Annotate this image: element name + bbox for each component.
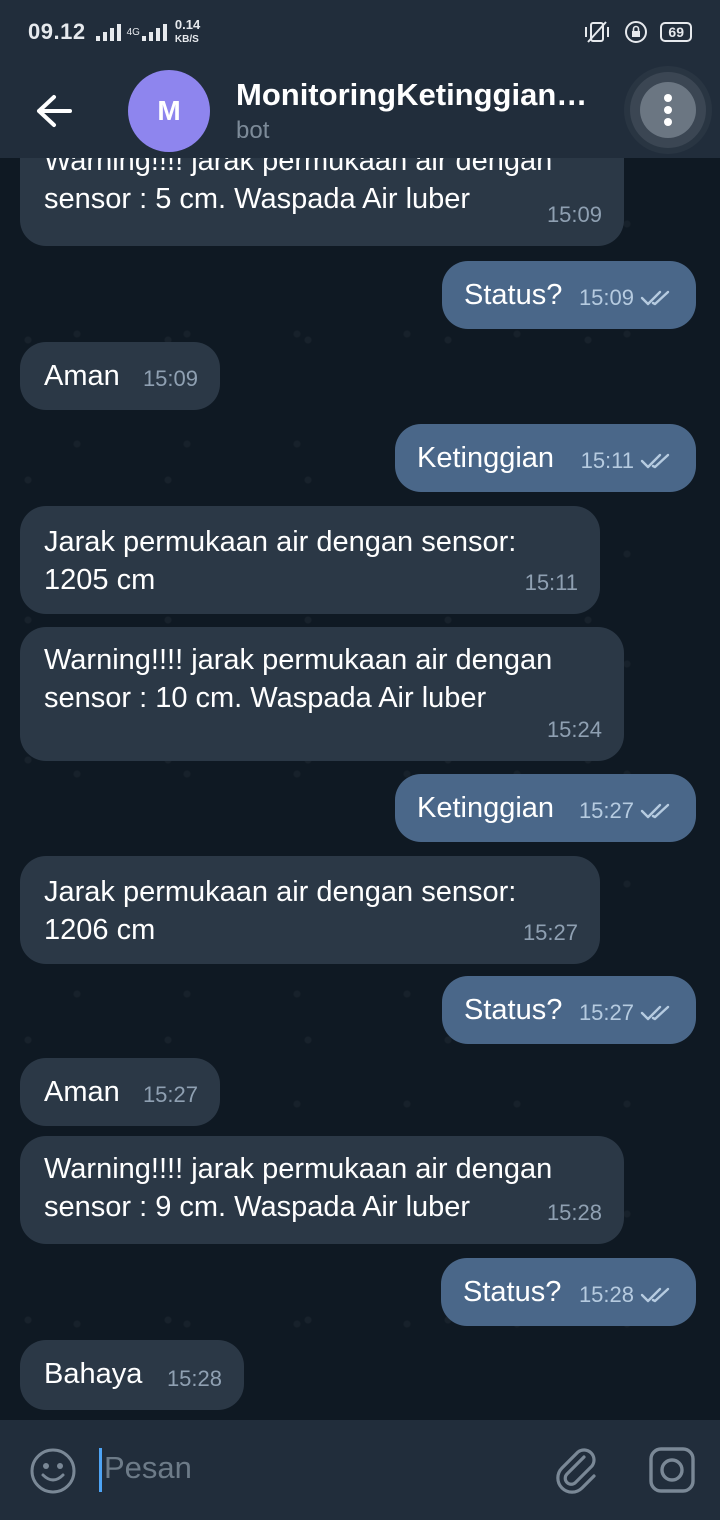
camera-button[interactable] (646, 1444, 698, 1496)
message-time: 15:27 (578, 1000, 634, 1025)
status-time: 09.12 (28, 19, 86, 44)
net-speed-unit: KB/S (174, 34, 199, 45)
message-time: 15:11 (580, 448, 634, 473)
message-outgoing[interactable]: Ketinggian 15:11 (395, 424, 696, 492)
message-incoming[interactable]: Warning!!!! jarak permukaan air dengan s… (20, 158, 624, 246)
net-speed: 0.14 KB/S (175, 18, 200, 46)
signal-icon (95, 23, 121, 41)
message-outgoing[interactable]: Status? 15:28 (441, 1258, 696, 1326)
message-time: 15:27 (522, 920, 578, 945)
message-incoming[interactable]: Aman 15:27 (20, 1058, 220, 1126)
network-type: 4G (126, 26, 140, 38)
double-check-icon (640, 1005, 670, 1021)
message-incoming[interactable]: Jarak permukaan air dengan sensor: 1205 … (20, 506, 600, 614)
message-outgoing[interactable]: Ketinggian 15:27 (395, 774, 696, 842)
message-outgoing[interactable]: Status? 15:09 (442, 261, 696, 329)
message-text: Aman (44, 360, 120, 392)
message-text-line: Jarak permukaan air dengan sensor: (44, 526, 517, 558)
message-outgoing[interactable]: Status? 15:27 (442, 976, 696, 1044)
vibrate-icon (585, 21, 610, 43)
message-time: 15:24 (546, 717, 602, 742)
chat-subtitle: bot (236, 117, 270, 144)
message-incoming[interactable]: Warning!!!! jarak permukaan air dengan s… (20, 627, 624, 761)
message-text-line: Warning!!!! jarak permukaan air dengan (44, 644, 553, 676)
message-text: Aman (44, 1076, 120, 1108)
message-time: 15:28 (166, 1366, 222, 1391)
more-vertical-icon (664, 94, 672, 126)
double-check-icon (640, 803, 670, 819)
avatar[interactable]: M (128, 70, 210, 152)
chat-header: M MonitoringKetinggian… bot (0, 64, 720, 158)
message-time: 15:09 (546, 202, 602, 227)
message-text-line: Warning!!!! jarak permukaan air dengan (44, 1153, 553, 1185)
signal-icon-2 (141, 23, 167, 41)
message-incoming[interactable]: Jarak permukaan air dengan sensor: 1206 … (20, 856, 600, 964)
smiley-icon (30, 1448, 76, 1494)
message-text: Status? (464, 994, 563, 1026)
message-text: Ketinggian (417, 442, 555, 474)
message-time: 15:28 (546, 1200, 602, 1225)
lock-rotation-icon (625, 21, 648, 43)
message-list[interactable]: Warning!!!! jarak permukaan air dengan s… (0, 158, 720, 1420)
double-check-icon (640, 290, 670, 306)
message-input-bar: Pesan (0, 1420, 720, 1520)
message-text-line: 1206 cm (44, 914, 156, 946)
message-time: 15:28 (578, 1282, 634, 1307)
message-incoming[interactable]: Warning!!!! jarak permukaan air dengan s… (20, 1136, 624, 1244)
message-incoming[interactable]: Aman 15:09 (20, 342, 220, 410)
message-time: 15:09 (578, 285, 634, 310)
message-text: Ketinggian (417, 792, 555, 824)
message-text: Status? (464, 279, 563, 311)
emoji-button[interactable] (28, 1446, 78, 1496)
message-text-line: sensor : 10 cm. Waspada Air luber (44, 682, 487, 714)
chat-title-block[interactable]: MonitoringKetinggian… bot (236, 77, 587, 145)
message-text-line: Warning!!!! jarak permukaan air dengan (44, 158, 553, 177)
message-text: Bahaya (44, 1358, 143, 1390)
message-time: 15:11 (524, 570, 578, 595)
message-text-line: Jarak permukaan air dengan sensor: (44, 876, 517, 908)
message-input-placeholder: Pesan (104, 1450, 192, 1485)
attach-button[interactable] (552, 1444, 602, 1496)
double-check-icon (640, 453, 670, 469)
message-time: 15:09 (142, 366, 198, 391)
net-speed-value: 0.14 (174, 17, 201, 32)
message-incoming[interactable]: Bahaya 15:28 (20, 1340, 244, 1410)
back-button[interactable] (16, 64, 92, 158)
status-bar: 09.12 4G 0.14 KB/S 69 (0, 0, 720, 64)
message-text-line: 1205 cm (44, 564, 156, 596)
menu-button[interactable] (630, 72, 706, 148)
double-check-icon (640, 1287, 670, 1303)
chat-title: MonitoringKetinggian… (236, 77, 588, 112)
message-text-line: sensor : 9 cm. Waspada Air luber (44, 1191, 471, 1223)
arrow-left-icon (37, 95, 72, 127)
message-time: 15:27 (578, 798, 634, 823)
instagram-camera-icon (649, 1447, 695, 1493)
message-time: 15:27 (142, 1082, 198, 1107)
message-text-line: sensor : 5 cm. Waspada Air luber (44, 183, 471, 215)
paperclip-icon (556, 1448, 596, 1494)
message-text: Status? (463, 1276, 562, 1308)
battery-indicator: 69 (660, 22, 692, 42)
message-input[interactable]: Pesan (96, 1436, 526, 1504)
